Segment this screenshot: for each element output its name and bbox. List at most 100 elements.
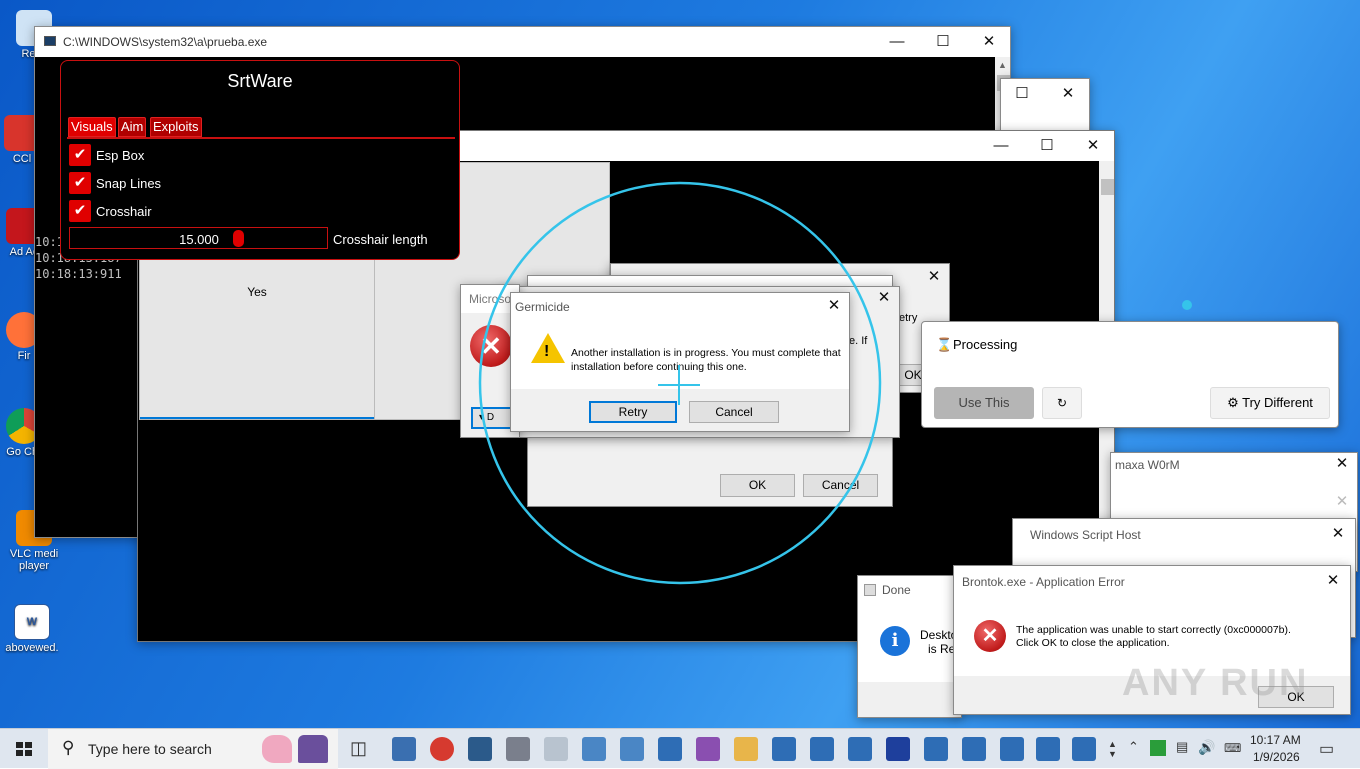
scroll-thumb[interactable] — [1101, 179, 1114, 195]
crosshair-checkbox[interactable]: ✔ — [69, 200, 91, 222]
minimize-button[interactable]: — — [986, 137, 1016, 155]
console-title: C:\WINDOWS\system32\a\prueba.exe — [63, 35, 268, 49]
console-app-icon — [44, 36, 56, 46]
network-icon[interactable]: ▤ — [1176, 739, 1188, 755]
taskbar: ⚲ Type here to search ◫ ▲ ▼ ⌃ ▤ 🔊 ⌨ 10:17… — [0, 728, 1360, 769]
tab-aim[interactable]: Aim — [118, 117, 147, 137]
taskbar-app-icon[interactable] — [468, 737, 492, 761]
notification-icon[interactable]: ▭ — [1319, 739, 1334, 759]
gear-icon: ⚙ — [1227, 395, 1239, 410]
srtware-menu[interactable]: SrtWare Visuals Aim Exploits ✔ Esp Box ✔… — [60, 60, 460, 260]
taskbar-app-icon[interactable] — [392, 737, 416, 761]
search-icon: ⚲ — [62, 738, 75, 757]
task-view-icon[interactable]: ◫ — [350, 738, 367, 759]
snap-lines-checkbox[interactable]: ✔ — [69, 172, 91, 194]
wsh-title: Windows Script Host — [1030, 528, 1141, 542]
taskbar-app-icon[interactable] — [620, 737, 644, 761]
esp-box-checkbox[interactable]: ✔ — [69, 144, 91, 166]
processing-title: Processing — [953, 337, 1018, 352]
word-doc-icon: W — [14, 604, 50, 640]
close-button[interactable]: ✕ — [919, 268, 949, 286]
processing-panel[interactable]: ⌛ Processing Use This ↻ ⚙ Try Different — [921, 321, 1339, 428]
scroll-up-arrow[interactable]: ▲ — [998, 60, 1007, 70]
close-button[interactable]: ✕ — [974, 33, 1004, 51]
hat-icon — [298, 735, 328, 763]
done-title: Done — [882, 583, 911, 597]
taskbar-app-icon[interactable] — [506, 737, 530, 761]
done-text-2: is Re — [928, 642, 956, 656]
maximize-button[interactable]: ☐ — [1032, 137, 1062, 155]
desktop-icon-word-doc[interactable]: Wabovewed. — [2, 604, 62, 654]
tray-app-icon[interactable] — [1150, 740, 1166, 756]
angry-birds-icon[interactable] — [430, 737, 454, 761]
maximize-button[interactable]: ☐ — [1007, 85, 1037, 103]
dialog-text-fragment: etry — [899, 312, 918, 324]
show-hidden-icons-icon[interactable]: ⌃ — [1128, 739, 1139, 755]
taskbar-app-icon[interactable] — [886, 737, 910, 761]
crosshair-length-slider[interactable]: 15.000 — [69, 227, 328, 249]
taskbar-app-icon[interactable] — [544, 737, 568, 761]
done-titlebar: Done — [858, 576, 961, 604]
try-different-button[interactable]: ⚙ Try Different — [1210, 387, 1330, 419]
taskbar-app-icon[interactable] — [582, 737, 606, 761]
taskbar-app-icon[interactable] — [734, 737, 758, 761]
taskbar-app-icon[interactable] — [962, 737, 986, 761]
close-button[interactable]: ✕ — [1327, 493, 1357, 511]
maxa-title: maxa W0rM — [1115, 458, 1180, 472]
brontok-title: Brontok.exe - Application Error — [962, 575, 1125, 589]
taskbar-app-icon[interactable] — [658, 737, 682, 761]
brontok-error-dialog[interactable]: Brontok.exe - Application Error ✕ ✕ The … — [953, 565, 1351, 715]
search-box[interactable]: ⚲ Type here to search — [48, 729, 338, 769]
background-window-1[interactable]: ☐ ✕ — [1000, 78, 1090, 138]
maximize-button[interactable]: ☐ — [928, 33, 958, 51]
app-icon — [864, 584, 876, 596]
done-text-1: Deskto — [920, 628, 958, 642]
taskbar-app-icon[interactable] — [772, 737, 796, 761]
crosshair-label: Crosshair — [96, 204, 152, 219]
snap-lines-label: Snap Lines — [96, 176, 162, 191]
brontok-titlebar[interactable]: Brontok.exe - Application Error ✕ — [954, 566, 1350, 596]
minimize-button[interactable]: — — [882, 33, 912, 51]
use-this-button[interactable]: Use This — [934, 387, 1034, 419]
taskbar-app-icon[interactable] — [696, 737, 720, 761]
slider-knob[interactable] — [233, 230, 244, 247]
info-icon: i — [880, 626, 910, 656]
close-button[interactable]: ✕ — [1327, 455, 1357, 473]
taskbar-app-icon[interactable] — [1000, 737, 1024, 761]
close-button[interactable]: ✕ — [1078, 137, 1108, 155]
clock-time[interactable]: 10:17 AM — [1250, 733, 1301, 747]
close-button[interactable]: ✕ — [1053, 85, 1083, 103]
taskbar-app-icon[interactable] — [924, 737, 948, 761]
taskbar-app-icon[interactable] — [848, 737, 872, 761]
yes-label: Yes — [247, 285, 267, 299]
windows-icon — [16, 742, 32, 756]
refresh-button[interactable]: ↻ — [1042, 387, 1082, 419]
tab-visuals[interactable]: Visuals — [68, 117, 116, 137]
error-icon: ✕ — [974, 620, 1006, 652]
taskbar-scroll-icon[interactable]: ▲ ▼ — [1108, 739, 1117, 759]
console-line: 10:18:13:911 — [35, 267, 122, 281]
clock-date[interactable]: 1/9/2026 — [1253, 750, 1300, 764]
cursor-dot — [1182, 300, 1192, 310]
srtware-title: SrtWare — [227, 71, 293, 91]
watermark: ANY RUN — [1122, 662, 1309, 704]
close-button[interactable]: ✕ — [1323, 525, 1353, 543]
brontok-line-2: Click OK to close the application. — [1016, 637, 1170, 649]
slider-label: Crosshair length — [333, 232, 428, 247]
tab-underline — [67, 137, 455, 139]
close-button[interactable]: ✕ — [1318, 572, 1348, 590]
taskbar-app-icon[interactable] — [810, 737, 834, 761]
tab-exploits[interactable]: Exploits — [150, 117, 202, 137]
taskbar-app-icon[interactable] — [1072, 737, 1096, 761]
slider-value: 15.000 — [179, 232, 219, 247]
done-window[interactable]: Done i Deskto is Re — [857, 575, 962, 718]
console-titlebar[interactable]: C:\WINDOWS\system32\a\prueba.exe — ☐ ✕ — [35, 27, 1010, 57]
language-icon[interactable]: ⌨ — [1224, 741, 1241, 755]
start-button[interactable] — [0, 729, 48, 769]
taskbar-app-icon[interactable] — [1036, 737, 1060, 761]
crosshair-circle-overlay — [478, 181, 882, 585]
brontok-line-1: The application was unable to start corr… — [1016, 624, 1291, 636]
volume-icon[interactable]: 🔊 — [1198, 739, 1215, 756]
search-input[interactable]: Type here to search — [88, 741, 212, 757]
esp-box-label: Esp Box — [96, 148, 145, 163]
